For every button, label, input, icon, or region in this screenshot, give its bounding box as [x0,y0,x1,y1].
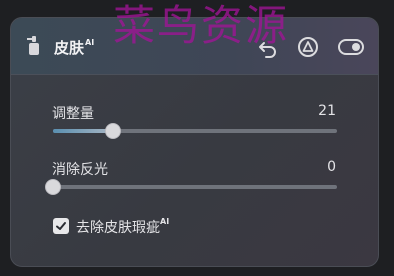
adjust-slider-fill [53,129,113,133]
adjust-slider-track[interactable] [53,129,337,133]
ai-badge-checkbox: AI [160,217,170,227]
ai-badge: AI [85,38,95,47]
skin-tool-icon [27,36,39,55]
panel-header: 皮肤AI [11,18,378,75]
adjust-slider-thumb[interactable] [104,123,121,139]
triangle-warning-icon[interactable] [297,36,319,58]
remove-blemish-label: 去除皮肤瑕疵AI [76,217,169,237]
enable-toggle[interactable] [338,39,364,55]
reflection-slider-thumb[interactable] [45,179,61,195]
toggle-knob [352,43,360,51]
slider-value-reflection: 0 [327,159,336,175]
reflection-slider-track[interactable] [53,185,337,189]
slider-label-adjust: 调整量 [52,106,94,122]
remove-blemish-text: 去除皮肤瑕疵 [76,220,160,236]
slider-value-adjust: 21 [318,103,336,119]
panel-title: 皮肤AI [54,37,94,58]
undo-icon[interactable] [257,36,279,58]
remove-blemish-checkbox[interactable] [53,218,69,234]
panel-title-text: 皮肤 [54,39,85,57]
skin-panel: 皮肤AI 调整量 21 消除反光 0 去除皮肤瑕疵AI [10,17,379,267]
slider-label-reflection: 消除反光 [52,162,108,178]
check-icon [56,222,66,230]
